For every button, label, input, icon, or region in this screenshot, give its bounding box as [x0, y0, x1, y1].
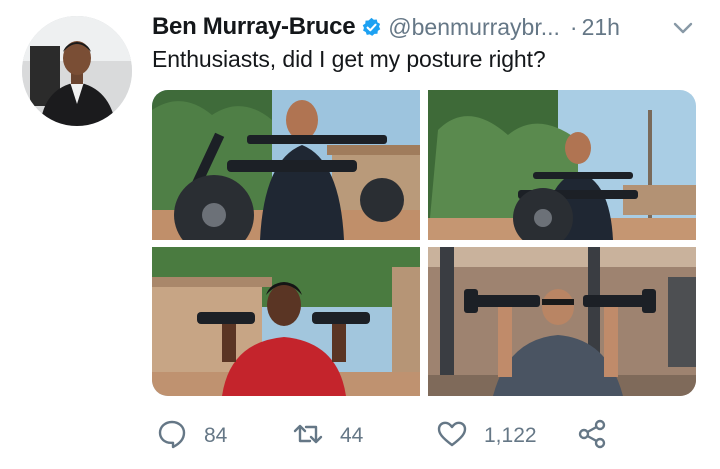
author-handle[interactable]: @benmurraybr... [388, 14, 560, 41]
tweet-header: Ben Murray-Bruce @benmurraybr... · 21h [152, 12, 712, 42]
retweet-icon [292, 418, 324, 455]
share-icon [576, 418, 608, 455]
retweet-button[interactable]: 44 [292, 418, 363, 454]
verified-badge-icon [361, 17, 382, 38]
tweet-text: Enthusiasts, did I get my posture right? [152, 46, 546, 72]
avatar[interactable] [22, 16, 132, 126]
photo-3[interactable] [152, 247, 420, 396]
tweet-actions: 84 44 1,122 [152, 418, 696, 454]
author-name[interactable]: Ben Murray-Bruce [152, 13, 356, 41]
avatar-image [22, 16, 132, 126]
reply-count: 84 [204, 424, 228, 447]
tweet-timestamp[interactable]: 21h [582, 14, 620, 41]
photo-1[interactable] [152, 90, 420, 240]
share-button[interactable] [576, 418, 608, 454]
photo-4[interactable] [428, 247, 696, 396]
media-grid [152, 90, 696, 396]
chevron-down-icon[interactable] [672, 18, 694, 38]
photo-2[interactable] [428, 90, 696, 240]
separator-dot: · [569, 13, 578, 40]
heart-icon [436, 418, 468, 455]
reply-icon [156, 418, 188, 455]
reply-button[interactable]: 84 [156, 418, 227, 454]
like-count: 1,122 [484, 424, 537, 447]
retweet-count: 44 [340, 424, 364, 447]
like-button[interactable]: 1,122 [436, 418, 537, 454]
